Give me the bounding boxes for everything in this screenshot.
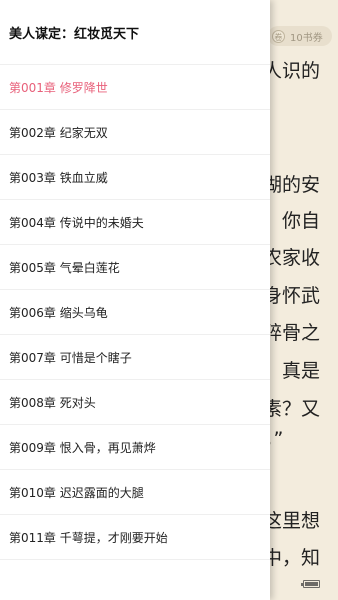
reader-text-line: 湖的安 [262,174,320,196]
chapter-item[interactable]: 第008章 死对头 [0,380,270,425]
coupon-badge[interactable]: 卷 10书券 [268,26,332,46]
reader-text-line: 农家收 [262,247,320,269]
reader-text-line: 素？又 [262,398,320,420]
reader-text-line: 真是 [281,360,320,382]
chapter-item[interactable]: 第001章 修罗降世 [0,65,270,110]
reader-text-line: 身怀武 [262,285,320,307]
reader-text-line: 人识的 [262,60,320,82]
reader-text-line: 你自 [281,210,320,232]
battery-icon [301,580,320,588]
reader-text-line: 中，知 [262,547,320,569]
reader-text-line: 碎骨之 [262,322,320,344]
chapter-item[interactable]: 第011章 千萼提，才刚要开始 [0,515,270,560]
chapter-item[interactable]: 第006章 缩头乌龟 [0,290,270,335]
reader-text-line: 这里想 [262,510,320,532]
chapter-item[interactable]: 第003章 铁血立威 [0,155,270,200]
chapter-item[interactable]: 第004章 传说中的未婚夫 [0,200,270,245]
chapter-item[interactable]: 第010章 迟迟露面的大腿 [0,470,270,515]
chapter-list: 第001章 修罗降世 第002章 纪家无双 第003章 铁血立威 第004章 传… [0,65,270,560]
coupon-icon: 卷 [272,29,285,43]
chapter-item[interactable]: 第009章 恨入骨，再见萧烨 [0,425,270,470]
book-title: 美人谋定：红妆觅天下 [0,0,270,65]
chapter-item[interactable]: 第005章 气晕白莲花 [0,245,270,290]
chapter-drawer: 美人谋定：红妆觅天下 第001章 修罗降世 第002章 纪家无双 第003章 铁… [0,0,270,600]
coupon-label: 10书券 [290,32,323,44]
chapter-item[interactable]: 第002章 纪家无双 [0,110,270,155]
chapter-item[interactable]: 第007章 可惜是个瞎子 [0,335,270,380]
